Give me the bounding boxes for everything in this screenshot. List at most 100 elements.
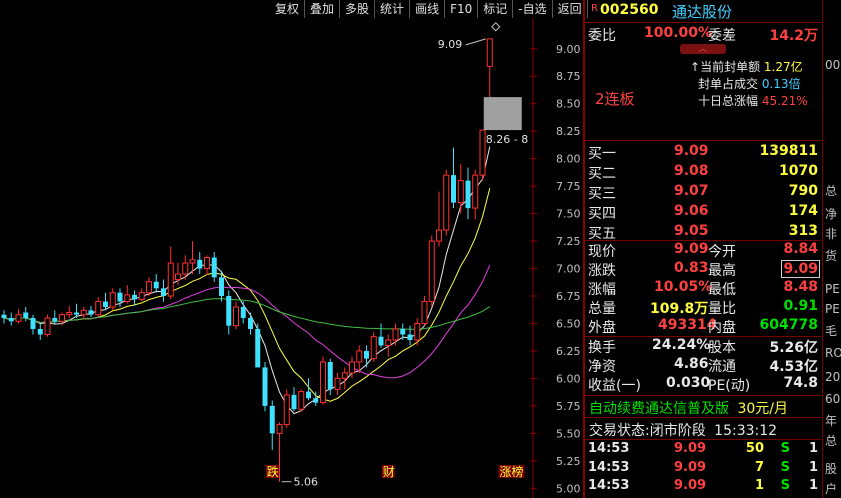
- candle-body: [80, 309, 87, 316]
- candle-body: [219, 277, 224, 297]
- subscription-ad-link[interactable]: 自动续费通达信普及版 30元/月: [589, 398, 788, 418]
- candle-body: [1, 314, 7, 318]
- quote-row: 总量 109.8万 量比 0.91: [588, 298, 820, 318]
- bid-row[interactable]: 买三 9.07 790: [588, 183, 820, 203]
- candle-body: [66, 311, 73, 316]
- open-price: 8.84: [783, 241, 818, 257]
- candle-body: [298, 391, 305, 410]
- candle-body: [167, 262, 174, 297]
- candle-body: [146, 281, 152, 294]
- separator: [585, 439, 821, 440]
- diamond-icon: [491, 22, 501, 32]
- price-tick-label: 5.75: [556, 400, 581, 413]
- quote-label: 今开: [708, 244, 736, 260]
- toolbar-overlay-button[interactable]: 叠加: [305, 0, 341, 18]
- toolbar-draw-line-button[interactable]: 画线: [410, 0, 446, 18]
- toolbar-mark-button[interactable]: 标记: [478, 0, 514, 18]
- candle-body: [103, 301, 108, 307]
- trade-status-label: 交易状态:: [589, 423, 650, 439]
- bid-price: 9.07: [674, 183, 709, 199]
- candle-body: [23, 312, 29, 318]
- toolbar-fuquan-button[interactable]: 复权: [270, 0, 306, 18]
- trade-price: 9.09: [674, 478, 707, 493]
- weibi-label: 委比: [588, 28, 616, 44]
- trade-row: 14:53 9.09 1 S 1: [588, 478, 820, 496]
- ten-day-label: 十日总涨幅: [698, 94, 759, 108]
- price-tick-label: 8.75: [556, 70, 581, 83]
- toolbar-watchlist-button[interactable]: -自选: [513, 0, 553, 18]
- trade-side: S: [780, 460, 790, 475]
- bid-label: 买四: [588, 206, 616, 222]
- toolbar-multi-stock-button[interactable]: 多股: [340, 0, 376, 18]
- share-capital-value: 5.26亿: [769, 340, 818, 356]
- fund-row: 换手 24.24% 股本 5.26亿: [588, 337, 820, 357]
- candle-body: [327, 361, 333, 390]
- price-tick-label: 6.75: [556, 290, 581, 303]
- code-prefix-mark: R: [591, 3, 598, 14]
- price-axis: 9.00 8.75 8.50 8.25 8.00 7.75 7.50 7.25 7.00 6.75…: [532, 18, 581, 498]
- candle-body: [370, 336, 377, 360]
- trade-volume: 50: [745, 441, 764, 456]
- candle-body: [313, 398, 319, 403]
- right-info-column: 00 总 净 非 货 PE PE 毛 RO 20 60 年 总 股 户: [822, 0, 841, 498]
- candle-body: [161, 288, 166, 297]
- candle-body: [479, 129, 486, 176]
- candle-body: [356, 350, 363, 363]
- cursor-price-box: [483, 97, 522, 131]
- bid-row[interactable]: 买四 9.06 174: [588, 203, 820, 223]
- candle-body: [451, 175, 456, 203]
- right-edge-text: 股: [825, 462, 838, 476]
- fund-label: 流通: [708, 359, 736, 375]
- ten-day-row: 十日总涨幅 45.21%: [698, 92, 808, 109]
- trade-row: 14:53 9.09 7 S 1: [588, 460, 820, 478]
- right-edge-text: 总: [825, 434, 838, 448]
- fund-label: 净资: [588, 359, 616, 375]
- trade-row: 14:53 9.09 50 S 1: [588, 441, 820, 459]
- candle-body: [269, 405, 275, 434]
- change-percent: 10.05%: [654, 279, 713, 295]
- inner-volume: 604778: [759, 317, 818, 333]
- candle-body: [240, 306, 246, 318]
- separator: [585, 140, 821, 141]
- price-tick-label: 7.50: [556, 208, 581, 221]
- trade-count: 1: [808, 460, 818, 475]
- right-edge-text: 毛: [825, 324, 838, 338]
- cursor-price-label: 8.26 - 8: [486, 133, 528, 146]
- quote-label: 最低: [708, 282, 736, 298]
- candle-body: [465, 180, 471, 209]
- fund-row: 收益(一) 0.030 PE(动) 74.8: [588, 375, 820, 395]
- bid-row[interactable]: 买一 9.09 139811: [588, 143, 820, 163]
- ma5-line: [3, 146, 491, 415]
- trade-time: 14:53: [588, 441, 630, 456]
- quote-label: 内盘: [708, 320, 736, 336]
- quote-label: 现价: [588, 244, 616, 260]
- toolbar-f10-button[interactable]: F10: [445, 0, 479, 18]
- candle-body: [59, 314, 65, 322]
- candle-body: [15, 314, 22, 322]
- candle-body: [138, 292, 145, 300]
- kline-chart[interactable]: 9.00 8.75 8.50 8.25 8.00 7.75 7.50 7.25 7.00 6.75…: [0, 18, 583, 498]
- bid-row[interactable]: 买二 9.08 1070: [588, 163, 820, 183]
- subscription-ad-text: 自动续费通达信普及版: [589, 401, 729, 417]
- candle-body: [341, 372, 348, 379]
- candle-body: [392, 328, 399, 341]
- quote-label: 量比: [708, 301, 736, 317]
- collapse-toggle[interactable]: ︿: [680, 44, 726, 54]
- weicha-label: 委差: [708, 28, 736, 44]
- bid-volume: 174: [788, 203, 818, 219]
- turnover-value: 24.24%: [652, 337, 711, 353]
- price-tick-label: 9.00: [556, 43, 581, 56]
- candle-body: [443, 174, 450, 231]
- trade-volume: 1: [754, 478, 764, 493]
- bid-price: 9.06: [674, 203, 709, 219]
- separator: [585, 417, 821, 418]
- trade-side: S: [780, 478, 790, 493]
- event-marker-label: 跌: [267, 464, 279, 479]
- candle-body: [414, 322, 421, 341]
- seal-amount-row: ↑当前封单额 1.27亿: [690, 58, 803, 75]
- trade-time: 14:53: [588, 478, 630, 493]
- quote-row: 涨幅 10.05% 最低 8.48: [588, 279, 820, 299]
- toolbar-stats-button[interactable]: 统计: [375, 0, 411, 18]
- total-volume: 109.8万: [650, 301, 709, 317]
- float-share-value: 4.53亿: [769, 359, 818, 375]
